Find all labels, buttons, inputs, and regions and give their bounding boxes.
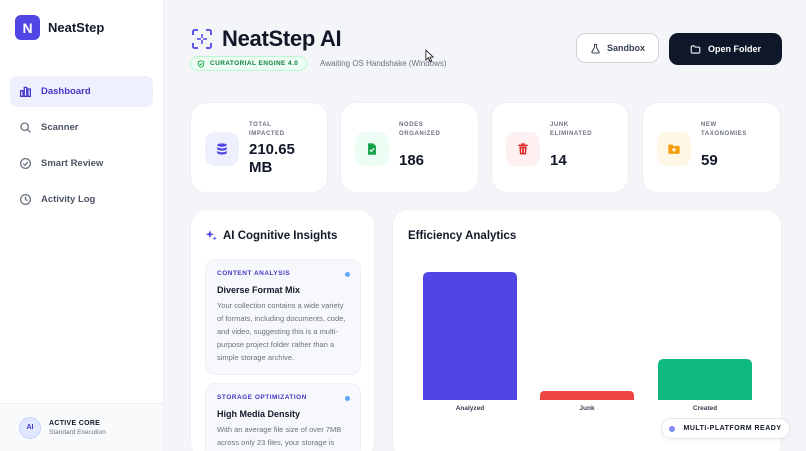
search-icon (20, 122, 31, 133)
bar-chart-icon (19, 86, 32, 98)
trash-icon (518, 143, 528, 155)
insight-card[interactable]: CONTENT ANALYSIS Diverse Format Mix Your… (205, 259, 361, 375)
file-check-icon (368, 143, 376, 155)
active-core-status: AI ACTIVE CORE Standard Execution (0, 403, 163, 451)
sidebar-item-scanner[interactable]: Scanner (10, 112, 153, 143)
folder-icon (690, 44, 701, 54)
stat-label: JUNK ELIMINATED (550, 122, 593, 137)
stat-label: NODES ORGANIZED (399, 122, 441, 137)
stat-card-total-impacted: TOTAL IMPACTED 210.65 MB (190, 102, 328, 193)
page-title: NeatStep AI (222, 26, 342, 51)
sidebar-item-label: Activity Log (41, 194, 96, 205)
avatar: AI (19, 416, 41, 439)
insight-dot (345, 272, 350, 277)
sidebar-item-label: Dashboard (41, 86, 91, 97)
sandbox-button[interactable]: Sandbox (576, 33, 659, 63)
clock-icon (19, 193, 32, 206)
sidebar-nav: Dashboard Scanner Smart Review Activity … (10, 76, 153, 220)
insights-title: AI Cognitive Insights (223, 230, 338, 242)
core-subtitle: Standard Execution (49, 428, 106, 436)
stat-value: 186 (399, 152, 425, 169)
brand[interactable]: N NeatStep (15, 15, 104, 40)
sidebar-item-smart-review[interactable]: Smart Review (10, 148, 153, 179)
stat-card-junk-eliminated: JUNK ELIMINATED 14 (491, 102, 629, 193)
sidebar-item-label: Smart Review (41, 158, 104, 169)
flask-icon (591, 43, 600, 53)
ready-dot (669, 425, 676, 432)
multi-platform-label: MULTI-PLATFORM READY (683, 425, 782, 432)
check-circle-icon (19, 157, 32, 170)
insight-dot (345, 396, 350, 401)
insight-card[interactable]: STORAGE OPTIMIZATION High Media Density … (205, 383, 361, 451)
insight-heading: Diverse Format Mix (217, 285, 301, 295)
multi-platform-badge: MULTI-PLATFORM READY (661, 418, 790, 439)
stat-value: 210.65 MB (249, 141, 295, 176)
open-folder-button[interactable]: Open Folder (669, 33, 782, 65)
stat-value: 14 (550, 152, 567, 169)
bar-label-created: Created (693, 405, 717, 412)
bar-junk (540, 391, 634, 400)
insight-category: CONTENT ANALYSIS (217, 270, 291, 277)
insight-heading: High Media Density (217, 409, 301, 419)
brand-name: NeatStep (48, 20, 105, 35)
insight-body: With an average file size of over 7MB ac… (217, 425, 342, 447)
sidebar-item-dashboard[interactable]: Dashboard (10, 76, 153, 107)
sparkles-icon (205, 230, 217, 241)
stat-icon-wrap (355, 132, 389, 166)
database-icon (217, 143, 227, 155)
scan-focus-icon (192, 29, 212, 49)
efficiency-bar-chart: Analyzed Junk Created (423, 272, 752, 412)
stat-value: 59 (701, 152, 718, 169)
stat-card-new-taxonomies: NEW TAXONOMIES 59 (642, 102, 781, 193)
mouse-cursor-icon (425, 49, 434, 63)
stat-icon-wrap (506, 132, 540, 166)
folder-plus-icon (668, 144, 680, 154)
insight-body: Your collection contains a wide variety … (217, 301, 346, 362)
stat-icon-wrap (657, 132, 691, 166)
core-title: ACTIVE CORE (49, 419, 101, 427)
sidebar-item-label: Scanner (41, 122, 79, 133)
sandbox-button-label: Sandbox (606, 43, 645, 53)
shield-check-icon (197, 59, 205, 68)
engine-badge-label: CURATORIAL ENGINE 4.0 (210, 60, 299, 67)
efficiency-analytics-panel: Efficiency Analytics Analyzed Junk Created (392, 209, 782, 451)
sidebar-item-activity-log[interactable]: Activity Log (10, 184, 153, 215)
open-folder-button-label: Open Folder (707, 44, 761, 54)
brand-logo: N (15, 15, 40, 40)
bar-label-junk: Junk (579, 405, 595, 412)
stat-label: TOTAL IMPACTED (249, 122, 285, 137)
stat-icon-wrap (205, 132, 239, 166)
stat-card-nodes-organized: NODES ORGANIZED 186 (340, 102, 479, 193)
bar-label-analyzed: Analyzed (456, 405, 485, 412)
insight-category: STORAGE OPTIMIZATION (217, 394, 307, 401)
bar-created (658, 359, 752, 400)
stat-label: NEW TAXONOMIES (701, 122, 747, 137)
bar-analyzed (423, 272, 517, 400)
ai-insights-panel: AI Cognitive Insights CONTENT ANALYSIS D… (190, 209, 375, 451)
engine-badge: CURATORIAL ENGINE 4.0 (190, 56, 308, 71)
sidebar: N NeatStep Dashboard Scanner Smart Revie… (0, 0, 164, 451)
